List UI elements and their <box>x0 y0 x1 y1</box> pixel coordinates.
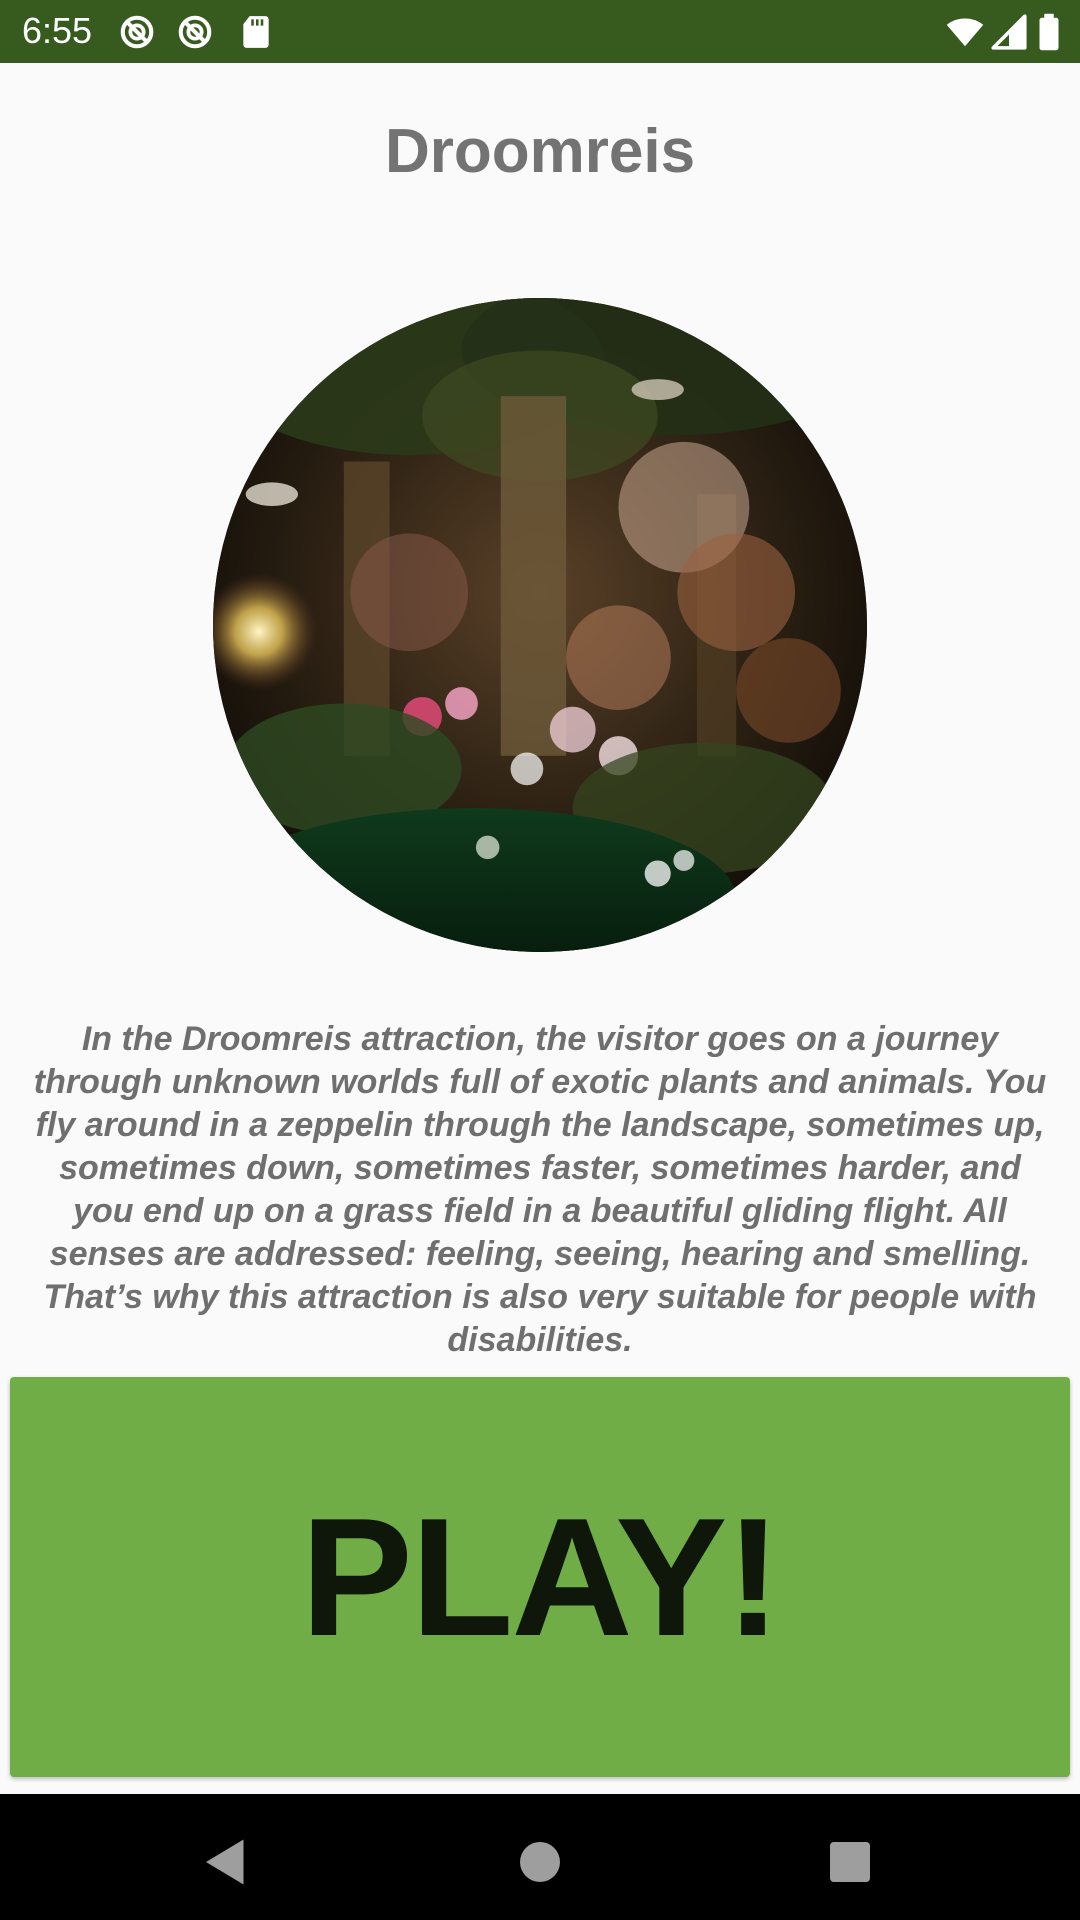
back-triangle-icon[interactable] <box>196 1832 256 1892</box>
sd-card-icon <box>237 13 275 51</box>
droomreis-attraction-photo <box>213 298 867 952</box>
play-button-label: PLAY! <box>300 1482 782 1671</box>
page-title: Droomreis <box>384 117 696 186</box>
play-button[interactable]: PLAY! <box>10 1377 1070 1777</box>
attraction-description: In the Droomreis attraction, the visitor… <box>33 1020 1047 1359</box>
wifi-icon <box>944 13 986 51</box>
battery-icon <box>1036 13 1062 51</box>
status-bar: 6:55 <box>0 0 1080 63</box>
no-location-icon <box>118 13 156 51</box>
recents-square-icon[interactable] <box>820 1832 880 1892</box>
navigation-bar <box>0 1794 1080 1920</box>
cellular-signal-icon <box>990 13 1028 51</box>
status-time: 6:55 <box>22 10 93 51</box>
no-location-icon <box>176 13 214 51</box>
app-screen: 6:55 Droomreis In the Droomreis attracti… <box>0 0 1080 1920</box>
home-circle-icon[interactable] <box>510 1832 570 1892</box>
